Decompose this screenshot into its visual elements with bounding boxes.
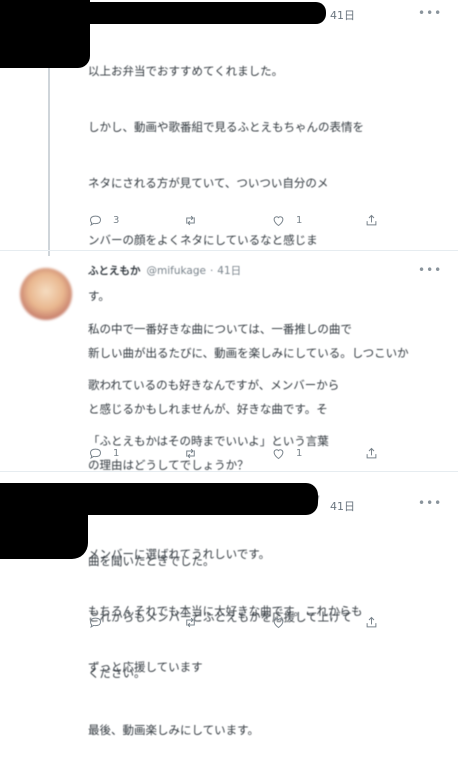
redacted-avatar-block: [0, 483, 88, 559]
reply-icon: [89, 215, 102, 226]
retweet-button[interactable]: [183, 612, 198, 632]
tweet-2[interactable]: ふとえもか @mifukage · 41日 ••• 私の中で一番好きな曲については、一…: [0, 251, 458, 674]
reply-button[interactable]: 3: [88, 210, 119, 230]
tweet-line: ンバーの顔をよくネタにしているなと感じま: [88, 232, 318, 247]
like-count: 1: [296, 447, 303, 459]
tweet-line: 以上お弁当でおすすめてくれました。: [88, 63, 284, 78]
tweet-1[interactable]: 41日 ••• 以上お弁当でおすすめてくれました。 しかし、動画や歌番組で見るふ…: [0, 0, 458, 472]
reply-icon: [89, 448, 102, 459]
more-options-icon[interactable]: •••: [418, 6, 442, 20]
share-icon: [366, 447, 377, 458]
tweet-body: 曲を聞いたときでした。 これからもメンバーとふとえもかを応援して上げて ください…: [88, 514, 433, 777]
redacted-name-block: [0, 2, 326, 24]
heart-icon: [273, 617, 284, 628]
tweet-time: 41日: [330, 9, 355, 22]
share-button[interactable]: [364, 210, 379, 230]
tweet-time: 41日: [217, 265, 242, 277]
separator-dot: ·: [209, 265, 214, 277]
share-button[interactable]: [364, 443, 379, 463]
like-count: 1: [296, 214, 303, 226]
more-options-icon[interactable]: •••: [418, 496, 442, 510]
retweet-icon: [186, 215, 195, 225]
share-icon: [366, 214, 377, 225]
tweet-line: 曲を聞いたときでした。: [88, 553, 215, 568]
reply-count: 3: [113, 214, 120, 226]
share-button[interactable]: [364, 612, 379, 632]
tweet-line: ください。: [88, 666, 146, 681]
reply-button[interactable]: 1: [88, 443, 119, 463]
retweet-icon: [186, 617, 195, 627]
more-options-icon[interactable]: •••: [418, 263, 442, 277]
like-button[interactable]: [271, 612, 286, 632]
like-button[interactable]: 1: [271, 210, 302, 230]
reply-icon: [89, 617, 102, 628]
tweet-time: 41日: [330, 500, 355, 513]
tweet-line: 私の中で一番好きな曲については、一番推しの曲で: [88, 321, 352, 336]
share-icon: [366, 616, 377, 627]
tweet-line: しかし、動画や歌番組で見るふとえもちゃんの表情を: [88, 119, 364, 134]
like-button[interactable]: 1: [271, 443, 302, 463]
tweet-line: ネタにされる方が見ていて、ついつい自分のメ: [88, 176, 329, 191]
avatar[interactable]: [20, 268, 72, 320]
tweet-line: 最後、動画楽しみにしています。: [88, 722, 260, 737]
tweet-line: 歌われているのも好きなんですが、メンバーから: [88, 377, 340, 392]
author-handle[interactable]: @mifukage: [147, 265, 206, 277]
tweet-author-line: ふとえもか @mifukage · 41日: [88, 263, 241, 278]
reply-count: 1: [113, 447, 120, 459]
retweet-button[interactable]: [183, 443, 208, 463]
retweet-icon: [186, 448, 195, 458]
tweet-3[interactable]: 41日 ••• 曲を聞いたときでした。 これからもメンバーとふとえもかを応援して…: [0, 472, 458, 737]
tweet-actions: 3 1: [88, 210, 388, 230]
tweet-actions: [88, 612, 388, 632]
reply-button[interactable]: [88, 612, 103, 632]
heart-icon: [273, 215, 284, 226]
retweet-button[interactable]: [183, 210, 208, 230]
tweet-actions: 1 1: [88, 443, 388, 463]
heart-icon: [273, 448, 284, 459]
author-name[interactable]: ふとえもか: [88, 265, 141, 277]
